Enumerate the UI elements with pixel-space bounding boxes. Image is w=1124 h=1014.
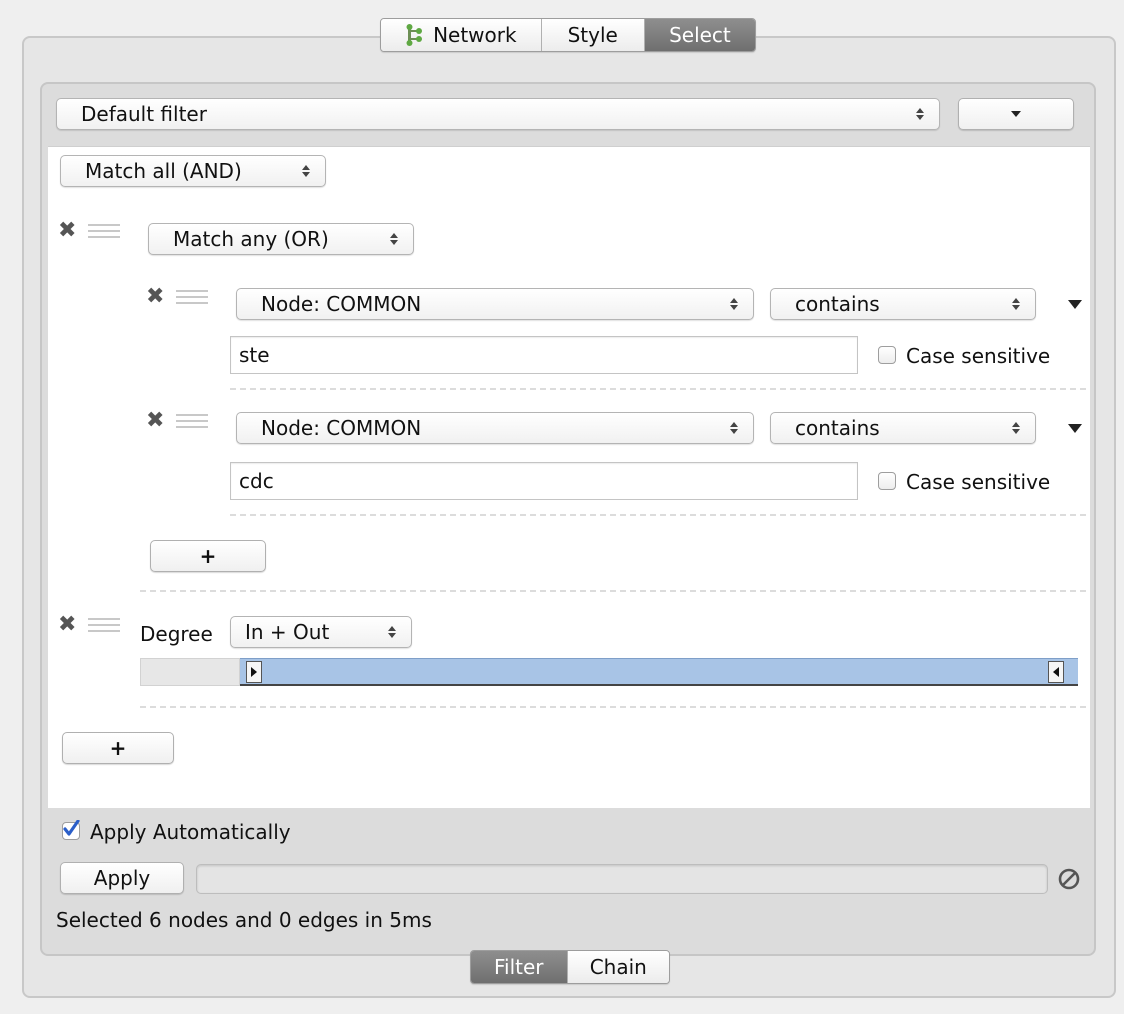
- plus-icon: +: [199, 544, 217, 568]
- tab-chain-label: Chain: [589, 955, 647, 979]
- degree-mode-value: In + Out: [245, 620, 330, 644]
- popup-arrows-icon: [915, 108, 925, 120]
- popup-arrows-icon: [1011, 422, 1021, 434]
- tab-select[interactable]: Select: [644, 19, 755, 51]
- apply-automatically-checkbox[interactable]: [62, 820, 80, 840]
- tab-select-label: Select: [669, 23, 731, 47]
- degree-range-fill[interactable]: [240, 658, 1078, 686]
- apply-automatically-label: Apply Automatically: [90, 820, 291, 844]
- remove-condition-icon[interactable]: ✖: [146, 286, 164, 308]
- bottom-tab-bar: Filter Chain: [470, 950, 670, 984]
- progress-bar: [196, 864, 1048, 894]
- root-match-select[interactable]: Match all (AND): [60, 155, 326, 187]
- degree-mode-select[interactable]: In + Out: [230, 616, 412, 648]
- condition-column-select[interactable]: Node: COMMON: [236, 412, 754, 444]
- condition-text-value: ste: [239, 343, 270, 367]
- case-sensitive-label: Case sensitive: [906, 470, 1051, 494]
- degree-range-track[interactable]: [140, 658, 240, 686]
- divider: [230, 388, 1086, 390]
- add-filter-button[interactable]: +: [62, 732, 174, 764]
- remove-degree-icon[interactable]: ✖: [58, 614, 76, 636]
- add-condition-button[interactable]: +: [150, 540, 266, 572]
- popup-arrows-icon: [389, 233, 399, 245]
- root-match-value: Match all (AND): [85, 159, 242, 183]
- drag-handle-icon[interactable]: [88, 618, 120, 632]
- condition-column-value: Node: COMMON: [261, 416, 422, 440]
- condition-column-select[interactable]: Node: COMMON: [236, 288, 754, 320]
- cancel-circle-icon[interactable]: [1056, 866, 1082, 892]
- condition-operator-select[interactable]: contains: [770, 288, 1036, 320]
- popup-arrows-icon: [729, 422, 739, 434]
- divider: [230, 514, 1086, 516]
- status-text: Selected 6 nodes and 0 edges in 5ms: [56, 908, 432, 932]
- filter-menu-button[interactable]: [958, 98, 1074, 130]
- checkmark-icon: [63, 820, 80, 836]
- tab-style-label: Style: [567, 23, 618, 47]
- filter-select-value: Default filter: [81, 102, 207, 126]
- case-sensitive-label: Case sensitive: [906, 344, 1051, 368]
- chevron-down-icon: [1011, 111, 1021, 117]
- divider: [140, 590, 1086, 592]
- range-low-thumb[interactable]: [246, 661, 262, 683]
- filter-select[interactable]: Default filter: [56, 98, 940, 130]
- apply-button-label: Apply: [93, 866, 151, 890]
- popup-arrows-icon: [301, 165, 311, 177]
- drag-handle-icon[interactable]: [88, 224, 120, 238]
- condition-operator-select[interactable]: contains: [770, 412, 1036, 444]
- range-high-thumb[interactable]: [1048, 661, 1064, 683]
- tab-filter[interactable]: Filter: [471, 951, 568, 983]
- group-match-select[interactable]: Match any (OR): [148, 223, 414, 255]
- drag-handle-icon[interactable]: [176, 414, 208, 428]
- condition-operator-value: contains: [795, 416, 880, 440]
- drag-handle-icon[interactable]: [176, 290, 208, 304]
- remove-condition-icon[interactable]: ✖: [146, 410, 164, 432]
- tab-network[interactable]: Network: [381, 19, 542, 51]
- group-match-value: Match any (OR): [173, 227, 329, 251]
- tab-chain[interactable]: Chain: [567, 951, 669, 983]
- apply-button[interactable]: Apply: [60, 862, 184, 894]
- popup-arrows-icon: [729, 298, 739, 310]
- tab-filter-label: Filter: [493, 955, 544, 979]
- tab-style[interactable]: Style: [541, 19, 645, 51]
- condition-options-icon[interactable]: [1068, 424, 1082, 433]
- divider: [140, 706, 1086, 708]
- degree-label: Degree: [140, 622, 213, 646]
- condition-text-field[interactable]: cdc: [230, 462, 858, 500]
- condition-column-value: Node: COMMON: [261, 292, 422, 316]
- network-tree-icon: [406, 24, 423, 46]
- condition-options-icon[interactable]: [1068, 300, 1082, 309]
- condition-operator-value: contains: [795, 292, 880, 316]
- popup-arrows-icon: [387, 626, 397, 638]
- top-tab-bar: Network Style Select: [380, 18, 756, 52]
- tab-network-label: Network: [433, 23, 517, 47]
- case-sensitive-checkbox[interactable]: [878, 472, 896, 490]
- popup-arrows-icon: [1011, 298, 1021, 310]
- condition-text-field[interactable]: ste: [230, 336, 858, 374]
- case-sensitive-checkbox[interactable]: [878, 346, 896, 364]
- condition-text-value: cdc: [239, 469, 274, 493]
- plus-icon: +: [109, 736, 127, 760]
- remove-group-icon[interactable]: ✖: [58, 220, 76, 242]
